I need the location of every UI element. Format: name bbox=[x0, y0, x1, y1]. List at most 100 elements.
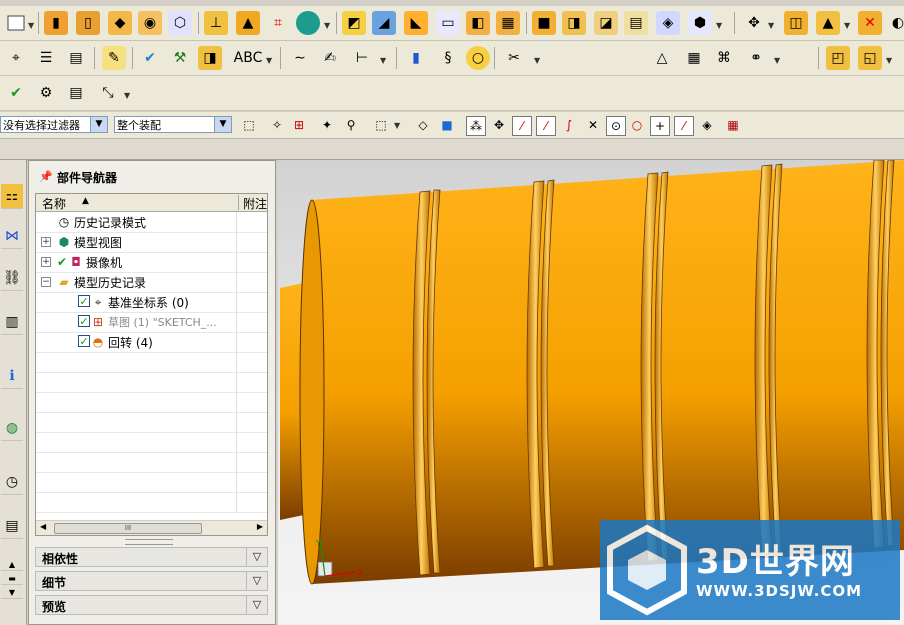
chevron-down-icon[interactable]: ▼ bbox=[214, 117, 231, 132]
snap-line-icon[interactable]: ⁄ bbox=[536, 116, 556, 136]
check-mate-icon[interactable]: ⚙ bbox=[34, 81, 58, 105]
spring-icon[interactable]: § bbox=[436, 46, 460, 70]
chevron-down-icon[interactable]: ▽ bbox=[246, 596, 267, 614]
snap-on-curve-icon[interactable]: ⁄ bbox=[674, 116, 694, 136]
snap-intersection-icon[interactable]: ✕ bbox=[584, 116, 602, 134]
cone-icon[interactable]: ◆ bbox=[108, 11, 132, 35]
general-selection-icon[interactable]: ⬚ bbox=[240, 116, 258, 134]
edit-object-icon[interactable]: ✎ bbox=[102, 46, 126, 70]
snap-grid-icon[interactable]: ▦ bbox=[724, 116, 742, 134]
horizontal-scrollbar[interactable]: ◀ III ▶ bbox=[36, 520, 267, 535]
assembly-save-icon[interactable]: ◱ bbox=[858, 46, 882, 70]
web-browser-icon[interactable]: ◍ bbox=[1, 416, 23, 441]
select-face-icon[interactable]: ✦ bbox=[318, 116, 336, 134]
chamfer-icon[interactable]: ◣ bbox=[404, 11, 428, 35]
replace-feature-icon[interactable]: ◨ bbox=[198, 46, 222, 70]
select-edge-icon[interactable]: ⊞ bbox=[290, 116, 308, 134]
trim-body-icon[interactable]: ◩ bbox=[342, 11, 366, 35]
scroll-up-icon[interactable]: ▲ bbox=[1, 558, 23, 571]
roles-icon[interactable]: ▬ bbox=[1, 572, 23, 585]
unite-icon[interactable]: ■ bbox=[532, 11, 556, 35]
type-filter-select[interactable]: 没有选择过滤器 ▼ bbox=[0, 116, 108, 133]
edit-parameters-icon[interactable]: ✔ bbox=[138, 46, 162, 70]
new-file-icon[interactable] bbox=[4, 11, 28, 35]
spline-icon[interactable]: ∼ bbox=[288, 46, 312, 70]
intersect-icon[interactable]: ◪ bbox=[594, 11, 618, 35]
snap-point-icon[interactable]: ⁂ bbox=[466, 116, 486, 136]
edge-blend-icon[interactable]: ◢ bbox=[372, 11, 396, 35]
details-panel[interactable]: 细节 ▽ bbox=[35, 571, 268, 591]
tree-row-history-mode[interactable]: ◷ 历史记录模式 bbox=[36, 212, 267, 233]
select-body-icon[interactable]: ⚲ bbox=[342, 116, 360, 134]
chevron-down-icon[interactable]: ▼ bbox=[124, 91, 130, 100]
rectangle-select-icon[interactable]: ⬚ bbox=[372, 116, 390, 134]
scale-body-icon[interactable]: ◈ bbox=[656, 11, 680, 35]
chevron-down-icon[interactable]: ▼ bbox=[844, 21, 850, 30]
chevron-down-icon[interactable]: ▼ bbox=[394, 121, 400, 130]
tree-row-revolve[interactable]: ✓ ◓ 回转 (4) bbox=[36, 332, 267, 353]
pin-icon[interactable]: 📌 bbox=[39, 170, 53, 183]
collapse-icon[interactable]: − bbox=[41, 277, 51, 287]
subtract-icon[interactable]: ◨ bbox=[562, 11, 586, 35]
report-icon[interactable]: ▤ bbox=[64, 81, 88, 105]
dimension-icon[interactable]: ⊢ bbox=[350, 46, 374, 70]
snap-end-icon[interactable]: ✥ bbox=[490, 116, 508, 134]
splitter-handle[interactable] bbox=[125, 539, 173, 545]
delete-body-icon[interactable]: ✕ bbox=[858, 11, 882, 35]
chevron-down-icon[interactable]: ▼ bbox=[266, 56, 272, 65]
snap-quadrant-icon[interactable]: ○ bbox=[628, 116, 646, 134]
chevron-down-icon[interactable]: ▼ bbox=[886, 56, 892, 65]
scroll-thumb[interactable]: III bbox=[54, 523, 202, 534]
chevron-down-icon[interactable]: ▼ bbox=[774, 56, 780, 65]
block-icon[interactable]: ▮ bbox=[44, 11, 68, 35]
snap-center-icon[interactable]: ⊙ bbox=[606, 116, 626, 136]
tree-row-datum-csys[interactable]: ✓ ⌖ 基准坐标系 (0) bbox=[36, 292, 267, 313]
point-icon[interactable] bbox=[296, 11, 320, 35]
visibility-checkbox[interactable]: ✓ bbox=[78, 295, 90, 307]
sort-ascending-icon[interactable]: ▲ bbox=[82, 196, 89, 206]
scroll-left-icon[interactable]: ◀ bbox=[40, 522, 46, 531]
scroll-down-icon[interactable]: ▼ bbox=[1, 586, 23, 599]
tool-icon[interactable]: ✂ bbox=[502, 46, 526, 70]
chevron-down-icon[interactable]: ▼ bbox=[90, 117, 107, 132]
layer-category-icon[interactable]: ▤ bbox=[64, 46, 88, 70]
ring-icon[interactable]: ○ bbox=[466, 46, 490, 70]
tree-row-cameras[interactable]: + ✔ ◘ 摄像机 bbox=[36, 252, 267, 273]
dependencies-panel[interactable]: 相依性 ▽ bbox=[35, 547, 268, 567]
part-navigator-icon[interactable]: ⛓ bbox=[1, 266, 23, 291]
shell-icon[interactable]: ▭ bbox=[436, 11, 460, 35]
annotation-icon[interactable]: ABC bbox=[234, 46, 263, 70]
datum-plane-icon[interactable]: ⌗ bbox=[266, 11, 290, 35]
history-clock-icon[interactable]: ◷ bbox=[1, 470, 23, 495]
system-materials-icon[interactable]: ▤ bbox=[1, 514, 23, 539]
constraint-icon[interactable]: ◐ bbox=[886, 11, 904, 35]
move-object-icon[interactable]: ✥ bbox=[742, 11, 766, 35]
assembly-load-icon[interactable]: ◰ bbox=[826, 46, 850, 70]
select-feature-icon[interactable]: ✧ bbox=[268, 116, 286, 134]
snap-solid-icon[interactable]: ■ bbox=[438, 116, 456, 134]
snap-midpoint-icon[interactable]: ⁄ bbox=[512, 116, 532, 136]
reuse-library-icon[interactable]: ▥ bbox=[1, 310, 23, 335]
expand-icon[interactable]: + bbox=[41, 237, 51, 247]
snap-surface-icon[interactable]: ◈ bbox=[698, 116, 716, 134]
hole-icon[interactable]: ⊥ bbox=[204, 11, 228, 35]
cylinder-icon[interactable]: ▯ bbox=[76, 11, 100, 35]
visibility-checkbox[interactable]: ✓ bbox=[78, 315, 90, 327]
constraint-navigator-icon[interactable]: ⋈ bbox=[1, 224, 23, 249]
groups-icon[interactable]: ⚭ bbox=[744, 46, 768, 70]
visibility-checkbox[interactable]: ✓ bbox=[78, 335, 90, 347]
snap-wire-icon[interactable]: ◇ bbox=[414, 116, 432, 134]
sphere-icon[interactable]: ◉ bbox=[138, 11, 162, 35]
draft-icon[interactable]: ◧ bbox=[466, 11, 490, 35]
tree-row-model-history[interactable]: − ▰ 模型历史记录 bbox=[36, 272, 267, 293]
assembly-navigator-icon[interactable]: ⚏ bbox=[1, 184, 23, 209]
curve-icon[interactable]: ✍ bbox=[318, 46, 342, 70]
preview-panel[interactable]: 预览 ▽ bbox=[35, 595, 268, 615]
offset-face-icon[interactable]: ▤ bbox=[624, 11, 648, 35]
scroll-right-icon[interactable]: ▶ bbox=[257, 522, 263, 531]
snap-curve-icon[interactable]: ∫ bbox=[560, 116, 578, 134]
chevron-down-icon[interactable]: ▼ bbox=[28, 21, 34, 30]
tree-row-model-views[interactable]: + ⬢ 模型视图 bbox=[36, 232, 267, 253]
section-view-icon[interactable]: ⬢ bbox=[688, 11, 712, 35]
chevron-down-icon[interactable]: ▼ bbox=[716, 21, 722, 30]
